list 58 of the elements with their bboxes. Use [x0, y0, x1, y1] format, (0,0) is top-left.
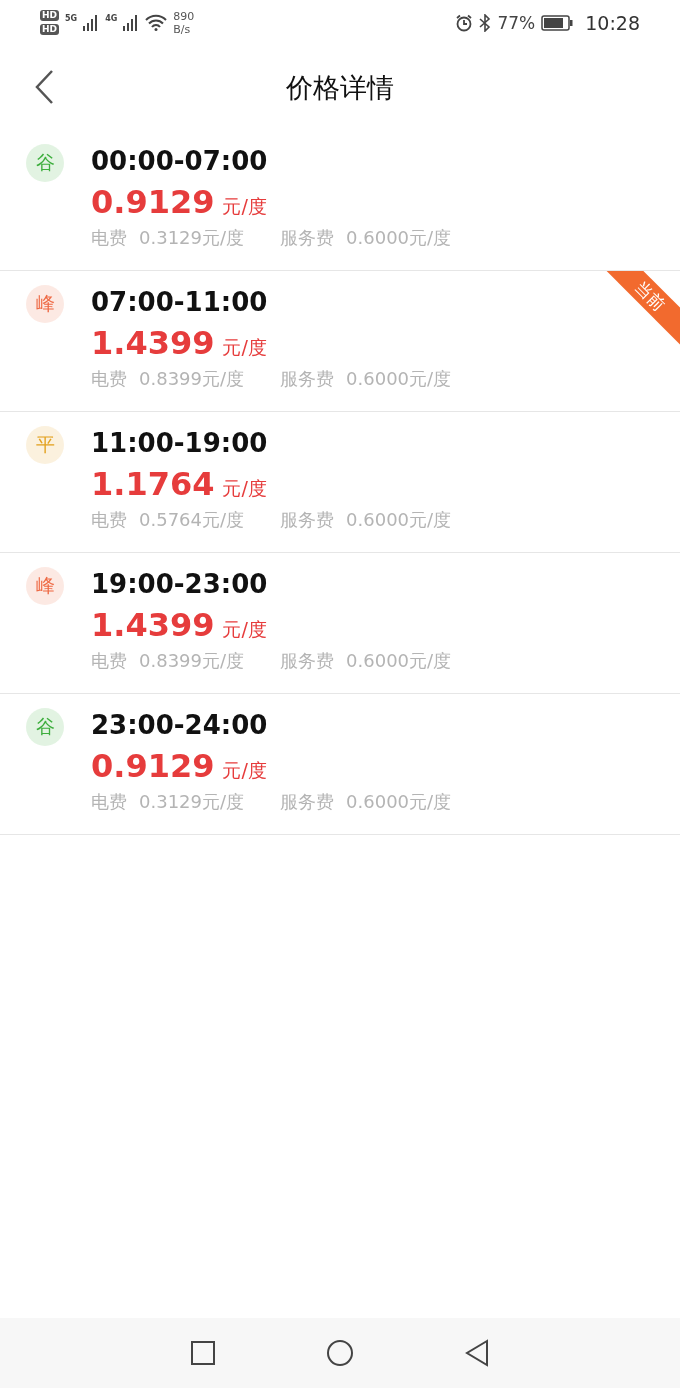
time-range: 07:00-11:00 — [91, 286, 269, 319]
period-type-badge: 平 — [26, 426, 64, 464]
total-price: 1.4399 — [91, 605, 215, 645]
service-label: 服务费 — [280, 649, 335, 673]
page-title: 价格详情 — [286, 70, 394, 105]
time-range: 11:00-19:00 — [91, 427, 269, 460]
period-type-badge: 峰 — [26, 285, 64, 323]
service-fee: 0.6000元/度 — [346, 508, 452, 532]
home-button[interactable] — [326, 1339, 354, 1367]
price-unit: 元/度 — [222, 476, 267, 501]
price-unit: 元/度 — [222, 617, 267, 642]
service-label: 服务费 — [280, 367, 335, 391]
service-fee: 0.6000元/度 — [346, 367, 452, 391]
service-label: 服务费 — [280, 508, 335, 532]
service-fee: 0.6000元/度 — [346, 226, 452, 250]
battery-icon — [541, 14, 574, 31]
recent-apps-button[interactable] — [190, 1340, 216, 1366]
signal-icon — [83, 14, 100, 31]
electricity-fee: 0.8399元/度 — [139, 649, 245, 673]
hd-badge: HD — [40, 10, 59, 21]
time-range: 00:00-07:00 — [91, 145, 269, 178]
service-fee: 0.6000元/度 — [346, 790, 452, 814]
speed-value: 890 — [173, 9, 195, 23]
electricity-label: 电费 — [91, 649, 127, 673]
electricity-label: 电费 — [91, 508, 127, 532]
total-price: 1.1764 — [91, 464, 215, 504]
network-label: 4G — [105, 13, 118, 23]
speed-unit: B/s — [173, 22, 192, 36]
time-range: 19:00-23:00 — [91, 568, 269, 601]
signal-icon — [123, 14, 140, 31]
electricity-fee: 0.3129元/度 — [139, 226, 245, 250]
electricity-label: 电费 — [91, 367, 127, 391]
alarm-icon — [455, 13, 474, 32]
back-nav-button[interactable] — [464, 1339, 490, 1367]
period-type-badge: 峰 — [26, 567, 64, 605]
price-unit: 元/度 — [222, 194, 267, 219]
period-type-badge: 谷 — [26, 144, 64, 182]
network-label: 5G — [65, 13, 78, 23]
time-range: 23:00-24:00 — [91, 709, 269, 742]
clock-time: 10:28 — [585, 11, 640, 34]
price-unit: 元/度 — [222, 758, 267, 783]
total-price: 0.9129 — [91, 182, 215, 222]
bluetooth-icon — [479, 13, 492, 32]
electricity-label: 电费 — [91, 226, 127, 250]
wifi-icon — [145, 14, 168, 31]
total-price: 0.9129 — [91, 746, 215, 786]
electricity-fee: 0.8399元/度 — [139, 367, 245, 391]
electricity-label: 电费 — [91, 790, 127, 814]
service-label: 服务费 — [280, 790, 335, 814]
period-type-badge: 谷 — [26, 708, 64, 746]
total-price: 1.4399 — [91, 323, 215, 363]
service-fee: 0.6000元/度 — [346, 649, 452, 673]
price-unit: 元/度 — [222, 335, 267, 360]
electricity-fee: 0.5764元/度 — [139, 508, 245, 532]
battery-percent: 77% — [497, 12, 536, 33]
hd-badge: HD — [40, 24, 59, 35]
electricity-fee: 0.3129元/度 — [139, 790, 245, 814]
service-label: 服务费 — [280, 226, 335, 250]
